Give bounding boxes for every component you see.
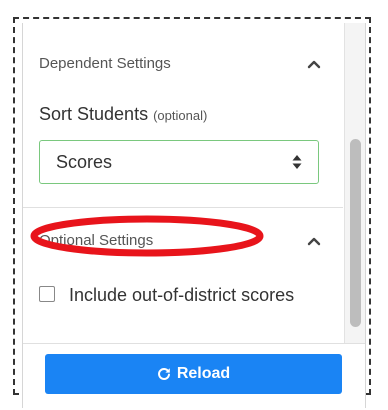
chevron-up-icon[interactable]: [307, 236, 321, 246]
reload-label: Reload: [176, 365, 231, 382]
settings-scroll-area: Dependent Settings Sort Students (option…: [23, 23, 343, 343]
vertical-scrollbar[interactable]: [344, 23, 365, 343]
refresh-icon: [157, 368, 170, 380]
scrollbar-thumb[interactable]: [350, 139, 361, 327]
reload-button[interactable]: Reload: [45, 354, 342, 394]
sort-students-select[interactable]: Scores: [39, 140, 319, 184]
sort-students-label: Sort Students (optional): [39, 104, 207, 125]
optional-note: (optional): [153, 108, 208, 123]
section-divider: [23, 207, 343, 208]
include-out-of-district-checkbox[interactable]: [39, 286, 55, 302]
footer-divider: [23, 343, 365, 344]
settings-panel: Dependent Settings Sort Students (option…: [22, 23, 366, 408]
dependent-settings-title: Dependent Settings: [39, 55, 171, 72]
include-out-of-district-label[interactable]: Include out-of-district scores: [69, 281, 319, 309]
chevron-up-icon[interactable]: [307, 59, 321, 69]
dependent-settings-header[interactable]: Dependent Settings: [23, 45, 343, 85]
sort-students-text: Sort Students: [39, 104, 149, 124]
red-highlight-ellipse: [30, 215, 264, 257]
sort-arrows-icon: [292, 155, 302, 169]
sort-students-selected-value: Scores: [56, 152, 113, 172]
